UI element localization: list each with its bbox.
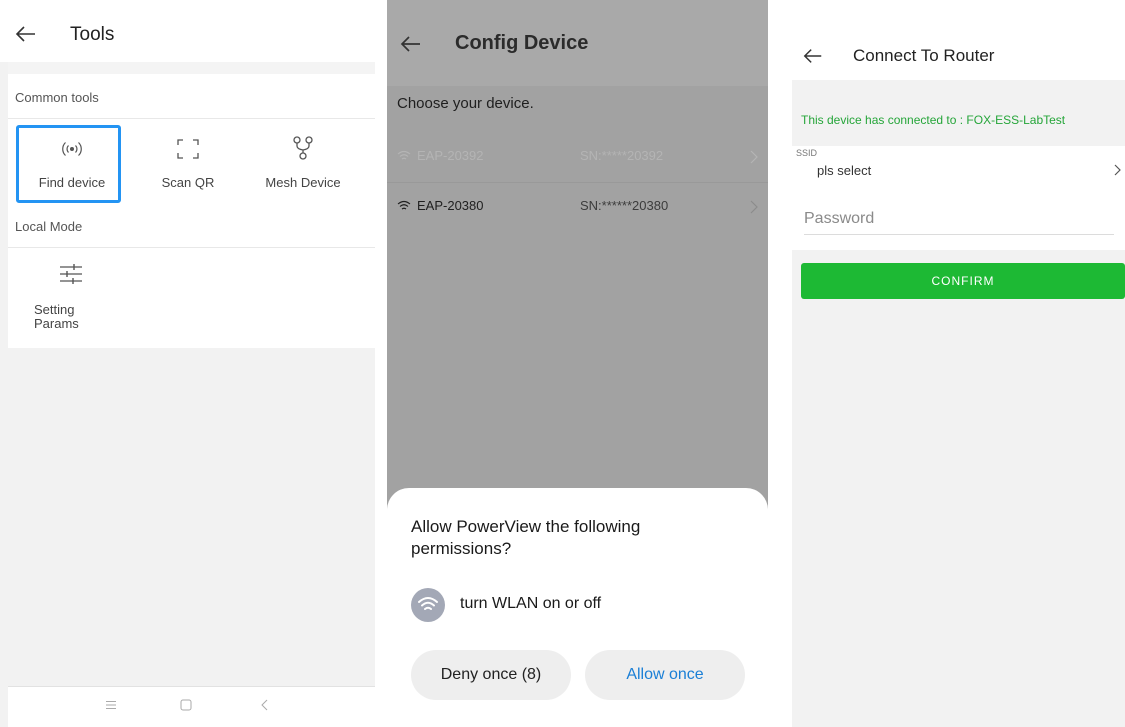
- back-icon[interactable]: [260, 699, 270, 711]
- wireless-signal-icon: [62, 142, 82, 156]
- page-title: Config Device: [455, 32, 589, 54]
- permission-label: turn WLAN on or off: [460, 595, 602, 612]
- config-header: Config Device: [387, 0, 768, 86]
- ssid-selector[interactable]: SSID pls select: [792, 146, 1125, 194]
- allow-once-button[interactable]: Allow once: [585, 650, 745, 700]
- wifi-icon: [397, 150, 411, 160]
- ssid-label: SSID: [796, 148, 818, 158]
- device-name: EAP-20392: [417, 148, 484, 163]
- mesh-network-icon: [293, 136, 313, 160]
- password-row: [792, 194, 1125, 250]
- divider: [8, 247, 375, 248]
- divider: [8, 118, 375, 119]
- header-spacer: [8, 62, 375, 74]
- tools-header: Tools: [0, 0, 375, 62]
- menu-icon[interactable]: [105, 700, 117, 710]
- tool-label: Mesh Device: [265, 175, 341, 190]
- connection-status: This device has connected to : FOX-ESS-L…: [801, 113, 1066, 127]
- password-input[interactable]: [804, 204, 1114, 235]
- system-nav-bar: [8, 686, 375, 727]
- back-arrow-icon[interactable]: [14, 22, 38, 46]
- scan-qr-button[interactable]: Scan QR: [133, 137, 243, 190]
- ssid-value: pls select: [817, 163, 872, 178]
- local-mode-label: Local Mode: [15, 219, 83, 234]
- choose-device-prompt: Choose your device.: [397, 95, 534, 112]
- scan-frame-icon: [177, 139, 199, 159]
- tools-screen: Tools Common tools Find device Scan QR M…: [0, 0, 375, 727]
- tools-card: Common tools Find device Scan QR Mesh De…: [8, 74, 375, 348]
- dialog-title: Allow PowerView the following permission…: [411, 517, 641, 558]
- mesh-device-button[interactable]: Mesh Device: [248, 135, 358, 190]
- permission-dialog: Allow PowerView the following permission…: [387, 488, 768, 727]
- tool-label: Find device: [38, 175, 106, 190]
- device-row[interactable]: EAP-20392 SN:*****20392: [387, 134, 768, 182]
- wifi-permission-icon: [411, 588, 445, 622]
- chevron-right-icon: [750, 150, 758, 164]
- chevron-right-icon: [1114, 164, 1121, 176]
- device-row[interactable]: EAP-20380 SN:******20380: [387, 184, 768, 232]
- chevron-right-icon: [750, 200, 758, 214]
- back-arrow-icon[interactable]: [399, 32, 423, 56]
- tool-label: Scan QR: [161, 175, 215, 190]
- device-serial: SN:******20380: [580, 198, 669, 213]
- device-serial: SN:*****20392: [580, 148, 664, 163]
- deny-once-button[interactable]: Deny once (8): [411, 650, 571, 700]
- sliders-icon: [60, 264, 82, 284]
- wifi-icon: [397, 200, 411, 210]
- connect-router-screen: Connect To Router This device has connec…: [792, 0, 1125, 727]
- back-arrow-icon[interactable]: [802, 45, 824, 67]
- config-device-screen: Config Device Choose your device. EAP-20…: [387, 0, 768, 727]
- divider: [387, 182, 768, 183]
- page-title: Tools: [70, 24, 115, 45]
- page-title: Connect To Router: [853, 46, 995, 65]
- router-header: Connect To Router: [792, 0, 1125, 80]
- find-device-button[interactable]: Find device: [17, 137, 127, 190]
- setting-params-button[interactable]: Setting Params: [20, 262, 124, 331]
- device-name: EAP-20380: [417, 198, 484, 213]
- common-tools-label: Common tools: [15, 90, 99, 105]
- tool-label: Setting Params: [34, 302, 79, 331]
- confirm-button[interactable]: CONFIRM: [801, 263, 1125, 299]
- home-icon[interactable]: [180, 699, 192, 711]
